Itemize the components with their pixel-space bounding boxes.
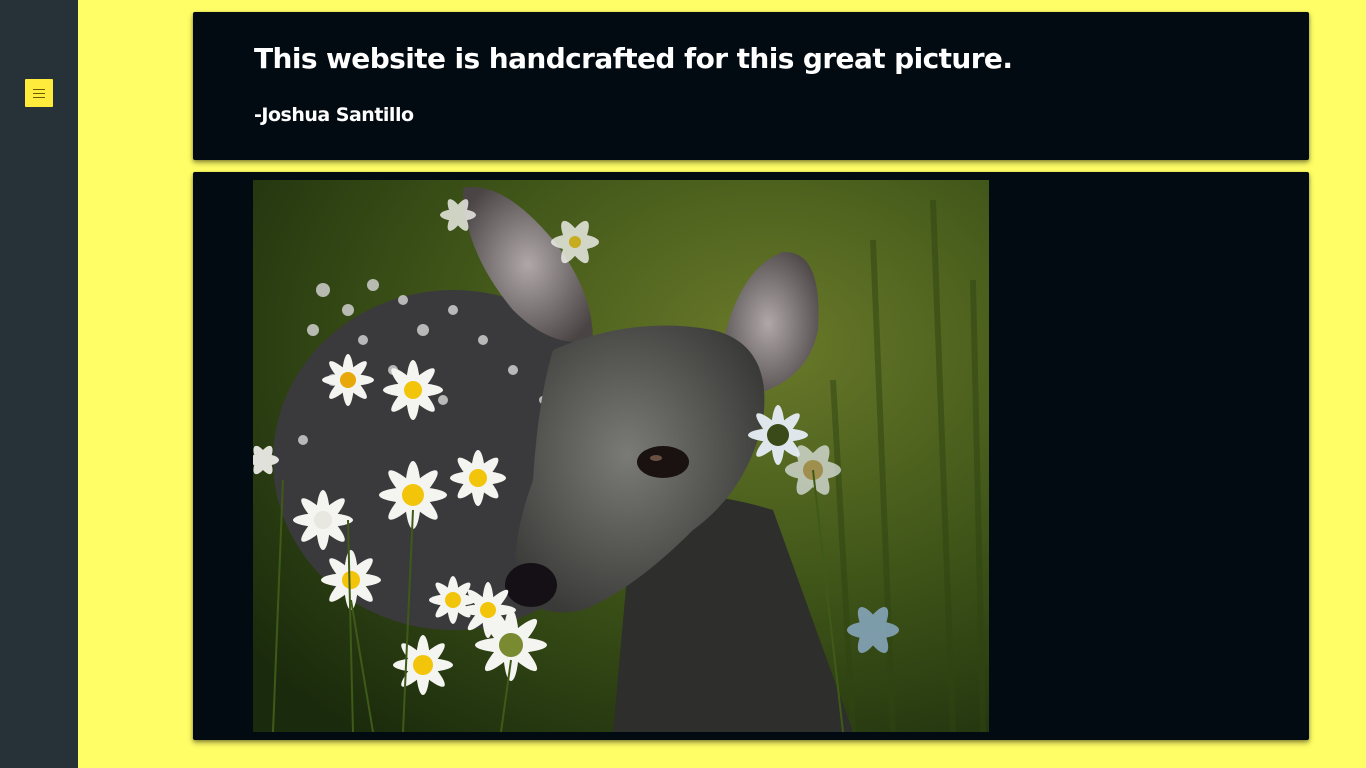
sidebar (0, 0, 78, 768)
author-attribution: -Joshua Santillo (254, 104, 414, 126)
photo-card (193, 172, 1309, 740)
page-title: This website is handcrafted for this gre… (254, 42, 1013, 75)
fawn-photo (253, 180, 989, 732)
menu-button[interactable] (25, 79, 53, 107)
quote-card: This website is handcrafted for this gre… (193, 12, 1309, 160)
hamburger-menu-icon (33, 88, 45, 98)
